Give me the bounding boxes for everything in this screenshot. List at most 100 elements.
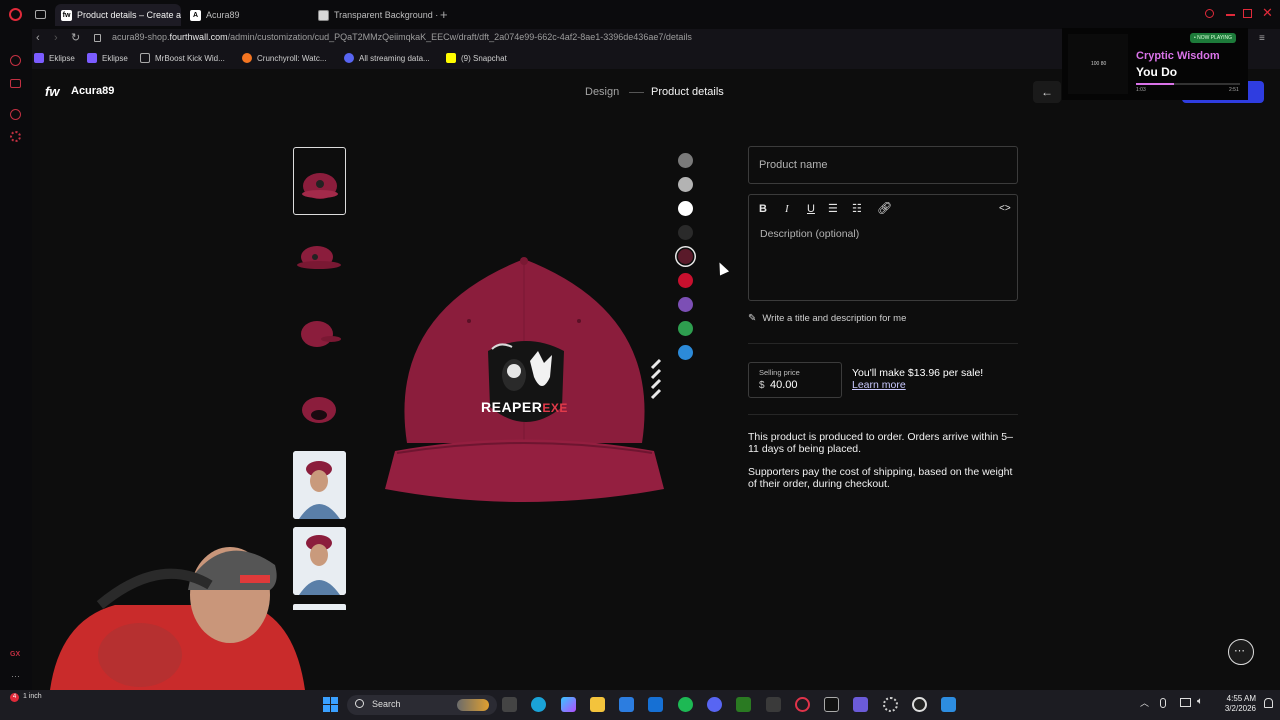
- ai-write-link[interactable]: ✎ Write a title and description for me: [748, 313, 906, 324]
- selling-price-field[interactable]: Selling price $ 40.00: [748, 362, 842, 398]
- color-swatch-light-gray[interactable]: [678, 177, 693, 192]
- edge-icon[interactable]: [531, 697, 546, 712]
- tab-label: Transparent Background ·: [334, 10, 438, 20]
- back-arrow-icon[interactable]: ←: [1033, 81, 1061, 103]
- close-icon[interactable]: ✕: [1262, 5, 1273, 21]
- color-swatch-green[interactable]: [678, 321, 693, 336]
- italic-button[interactable]: I: [785, 203, 789, 215]
- currency-symbol: $: [759, 380, 765, 391]
- minimize-icon[interactable]: [1226, 14, 1235, 16]
- notification-bell-icon[interactable]: [1264, 698, 1273, 708]
- volume-icon[interactable]: 🔈︎: [1197, 696, 1203, 707]
- color-swatch-dark-gray[interactable]: [678, 153, 693, 168]
- step-divider: [629, 92, 644, 93]
- microphone-icon[interactable]: [1160, 698, 1166, 708]
- search-tabs-icon[interactable]: [1205, 9, 1214, 18]
- gx-icon[interactable]: GX: [10, 651, 20, 658]
- spotify-icon[interactable]: [678, 697, 693, 712]
- learn-more-link[interactable]: Learn more: [852, 379, 906, 391]
- price-value: 40.00: [770, 379, 798, 391]
- bookmark-eklipse-1[interactable]: Eklipse: [34, 53, 75, 63]
- bookmark-eklipse-2[interactable]: Eklipse: [87, 53, 128, 63]
- thumbnail-hat-front[interactable]: [293, 147, 346, 215]
- now-playing-widget: 100 80 • NOW PLAYING Cryptic Wisdom You …: [1062, 28, 1248, 100]
- photos-icon[interactable]: [941, 697, 956, 712]
- thumbnail-hat-underbill[interactable]: [293, 375, 346, 443]
- tab-acura89[interactable]: A Acura89: [184, 4, 310, 26]
- crunchyroll-icon: [242, 53, 252, 63]
- thumbnail-hat-side[interactable]: [293, 223, 346, 291]
- browser-tab-bar: fw Product details – Create a A Acura89 …: [0, 0, 1280, 29]
- back-icon[interactable]: ‹: [36, 32, 40, 44]
- bullet-list-icon[interactable]: ☰: [828, 202, 838, 215]
- url-path: /admin/customization/cud_PQaT2MMzQeiimqk…: [227, 32, 692, 42]
- sidebar-settings-icon[interactable]: [10, 131, 21, 142]
- tab-switcher-icon[interactable]: [35, 10, 46, 19]
- description-editor[interactable]: B I U ☰ ☷ 🔗︎ <> Description (optional): [748, 194, 1018, 301]
- step-design[interactable]: Design: [585, 86, 619, 98]
- network-icon[interactable]: [1180, 698, 1191, 707]
- color-swatch-black[interactable]: [678, 225, 693, 240]
- clock[interactable]: 4:55 AM 3/2/2026: [1212, 694, 1256, 714]
- weather-widget[interactable]: 4 1 inch: [10, 693, 42, 702]
- file-explorer-icon[interactable]: [590, 697, 605, 712]
- color-swatch-purple[interactable]: [678, 297, 693, 312]
- windows-start-icon[interactable]: [323, 697, 338, 712]
- color-swatch-white[interactable]: [678, 201, 693, 216]
- capcut-icon[interactable]: [824, 697, 839, 712]
- sidebar-ai-icon[interactable]: [10, 55, 21, 66]
- underline-button[interactable]: U: [807, 203, 815, 215]
- description-placeholder: Description (optional): [760, 228, 860, 240]
- divider: [748, 414, 1018, 415]
- opera-gx-icon[interactable]: [795, 697, 810, 712]
- nvidia-icon[interactable]: [736, 697, 751, 712]
- thumbnail-model-front[interactable]: [293, 451, 346, 519]
- obs-icon[interactable]: [912, 697, 927, 712]
- fourthwall-logo[interactable]: fw: [45, 84, 59, 99]
- snapchat-icon: [446, 53, 456, 63]
- task-view-icon[interactable]: [502, 697, 517, 712]
- menu-icon[interactable]: ≡: [1259, 33, 1265, 44]
- tab-transparent-background[interactable]: Transparent Background ·: [312, 4, 438, 26]
- tray-chevron-icon[interactable]: ︿: [1140, 696, 1149, 709]
- bookmark-streaming-data[interactable]: All streaming data...: [344, 53, 430, 63]
- numbered-list-icon[interactable]: ☷: [852, 202, 862, 215]
- bold-button[interactable]: B: [759, 203, 767, 215]
- bookmark-snapchat[interactable]: (9) Snapchat: [446, 53, 507, 63]
- url-field[interactable]: acura89-shop.fourthwall.com/admin/custom…: [112, 32, 692, 42]
- taskbar-search-box[interactable]: Search: [347, 695, 497, 715]
- weather-temp: 1 inch: [23, 693, 42, 700]
- copilot-icon[interactable]: [561, 697, 576, 712]
- new-tab-icon[interactable]: +: [440, 7, 448, 22]
- terminal-icon[interactable]: [766, 697, 781, 712]
- forward-icon[interactable]: ›: [54, 32, 58, 44]
- settings-icon[interactable]: [883, 697, 898, 712]
- reload-icon[interactable]: ↻: [71, 31, 80, 44]
- app-grid-icon[interactable]: [853, 697, 868, 712]
- color-swatch-maroon-selected[interactable]: [678, 249, 693, 264]
- color-swatch-red[interactable]: [678, 273, 693, 288]
- sidebar-workspace-icon[interactable]: [10, 79, 21, 88]
- webcam-overlay: [20, 535, 310, 690]
- step-product-details[interactable]: Product details: [651, 86, 724, 98]
- reaper-text: REAPER: [481, 399, 543, 415]
- sidebar-history-icon[interactable]: [10, 109, 21, 120]
- store-icon[interactable]: [619, 697, 634, 712]
- outlook-icon[interactable]: [648, 697, 663, 712]
- link-icon[interactable]: 🔗︎: [877, 201, 892, 215]
- discord-icon[interactable]: [707, 697, 722, 712]
- product-name-field[interactable]: Product name: [748, 146, 1018, 184]
- search-icon: [355, 699, 364, 708]
- code-view-button[interactable]: <>: [999, 203, 1011, 214]
- tab-product-details[interactable]: fw Product details – Create a: [55, 4, 181, 26]
- color-swatch-blue[interactable]: [678, 345, 693, 360]
- opera-logo-icon[interactable]: [9, 8, 22, 21]
- bookmark-mrboost[interactable]: MrBoost Kick Wid...: [140, 53, 225, 63]
- transparent-favicon-icon: [318, 9, 329, 21]
- thumbnail-hat-back[interactable]: [293, 299, 346, 367]
- more-icon[interactable]: ⋯: [11, 671, 20, 682]
- bookmark-crunchyroll[interactable]: Crunchyroll: Watc...: [242, 53, 327, 63]
- divider: [748, 343, 1018, 344]
- chat-support-button[interactable]: ⋯: [1228, 639, 1254, 665]
- maximize-icon[interactable]: [1243, 9, 1252, 18]
